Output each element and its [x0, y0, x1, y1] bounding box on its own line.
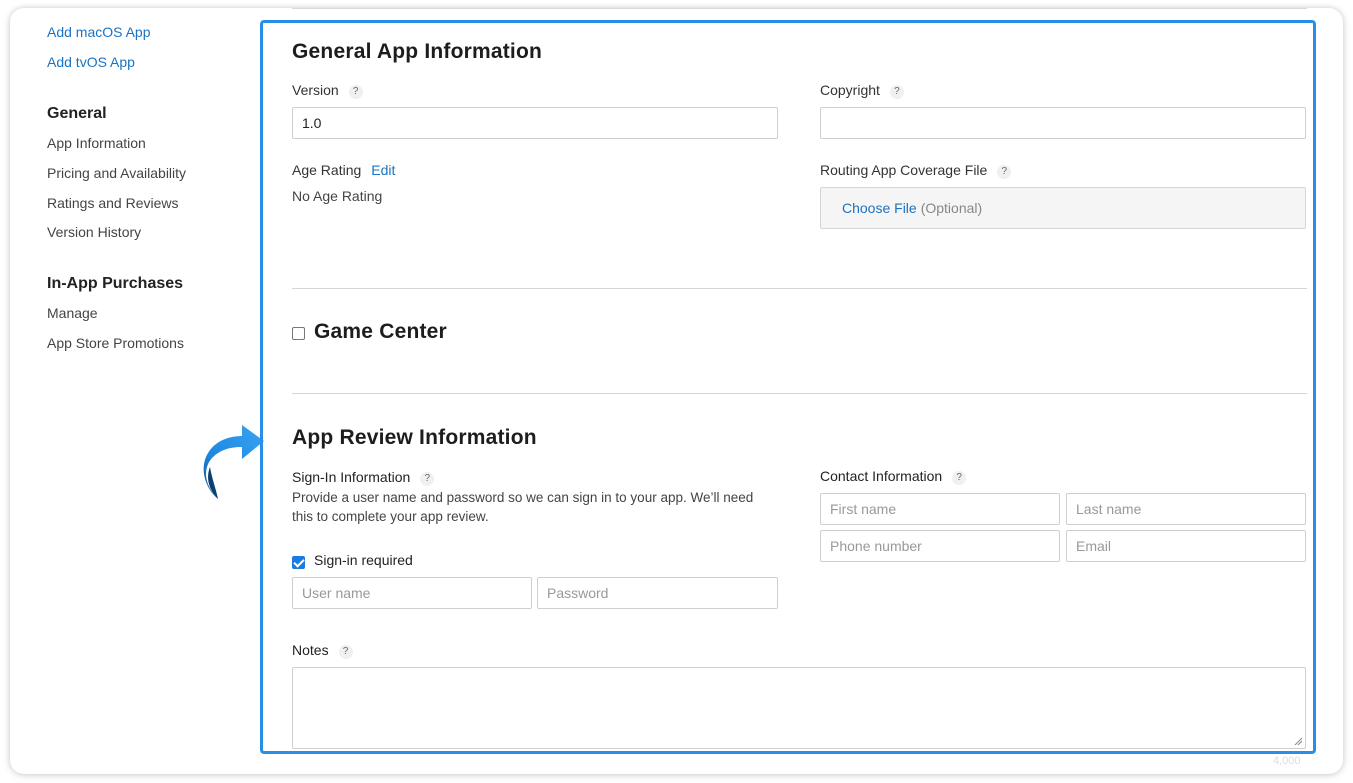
signin-required-checkbox[interactable] [292, 556, 305, 569]
main-content: General App Information Version? Copyrig… [292, 0, 1307, 783]
sidebar-heading-general: General [47, 105, 107, 122]
last-name-input[interactable] [1066, 493, 1306, 525]
sidebar-item-version-history[interactable]: Version History [47, 224, 141, 240]
routing-file-label: Routing App Coverage File? [820, 162, 1012, 179]
sidebar-item-app-information[interactable]: App Information [47, 135, 146, 151]
version-label: Version? [292, 82, 363, 99]
sidebar-link-add-macos-app[interactable]: Add macOS App [47, 24, 151, 40]
age-rating-label-text: Age Rating [292, 162, 362, 178]
help-icon[interactable]: ? [952, 471, 967, 485]
optional-hint: (Optional) [920, 200, 983, 216]
help-icon[interactable]: ? [348, 85, 363, 99]
signin-info-description: Provide a user name and password so we c… [292, 490, 754, 524]
curved-arrow-right-icon [203, 425, 264, 499]
section-divider [292, 288, 1307, 289]
section-divider [292, 393, 1307, 394]
help-icon[interactable]: ? [889, 85, 904, 99]
first-name-input[interactable] [820, 493, 1060, 525]
sidebar-item-pricing-and-availability[interactable]: Pricing and Availability [47, 165, 186, 181]
notes-char-counter: 4,000 [1273, 755, 1301, 767]
age-rating-value: No Age Rating [292, 188, 383, 204]
section-title-game-center: Game Center [314, 320, 447, 343]
game-center-checkbox[interactable] [292, 327, 305, 340]
section-title-app-review-information: App Review Information [292, 426, 537, 449]
notes-textarea[interactable] [292, 667, 1306, 749]
version-label-text: Version [292, 82, 339, 98]
age-rating-label: Age Rating Edit [292, 162, 395, 178]
routing-file-dropzone[interactable]: Choose File (Optional) [820, 187, 1306, 229]
email-input[interactable] [1066, 530, 1306, 562]
notes-label-text: Notes [292, 642, 329, 658]
routing-file-label-text: Routing App Coverage File [820, 162, 988, 178]
sidebar-heading-in-app-purchases: In-App Purchases [47, 275, 184, 292]
password-input[interactable] [537, 577, 778, 609]
username-input[interactable] [292, 577, 532, 609]
help-icon[interactable]: ? [338, 645, 353, 659]
notes-label: Notes? [292, 642, 353, 659]
choose-file-button[interactable]: Choose File [842, 200, 917, 216]
signin-info-label-text: Sign-In Information [292, 469, 411, 485]
sidebar-link-add-tvos-app[interactable]: Add tvOS App [47, 54, 135, 70]
section-title-general-app-information: General App Information [292, 40, 543, 63]
phone-number-input[interactable] [820, 530, 1060, 562]
signin-info-label: Sign-In Information? [292, 469, 435, 486]
signin-required-label[interactable]: Sign-in required [314, 552, 413, 568]
contact-info-label-text: Contact Information [820, 468, 943, 484]
sidebar-item-ratings-and-reviews[interactable]: Ratings and Reviews [47, 195, 179, 211]
age-rating-edit-link[interactable]: Edit [371, 162, 395, 178]
sidebar-item-manage[interactable]: Manage [47, 305, 98, 321]
copyright-label: Copyright? [820, 82, 904, 99]
copyright-label-text: Copyright [820, 82, 880, 98]
help-icon[interactable]: ? [997, 165, 1012, 179]
sidebar-item-app-store-promotions[interactable]: App Store Promotions [47, 335, 184, 351]
version-input[interactable] [292, 107, 778, 139]
contact-info-label: Contact Information? [820, 468, 967, 485]
copyright-input[interactable] [820, 107, 1306, 139]
help-icon[interactable]: ? [420, 472, 435, 486]
resize-grip-icon[interactable] [1294, 737, 1302, 745]
